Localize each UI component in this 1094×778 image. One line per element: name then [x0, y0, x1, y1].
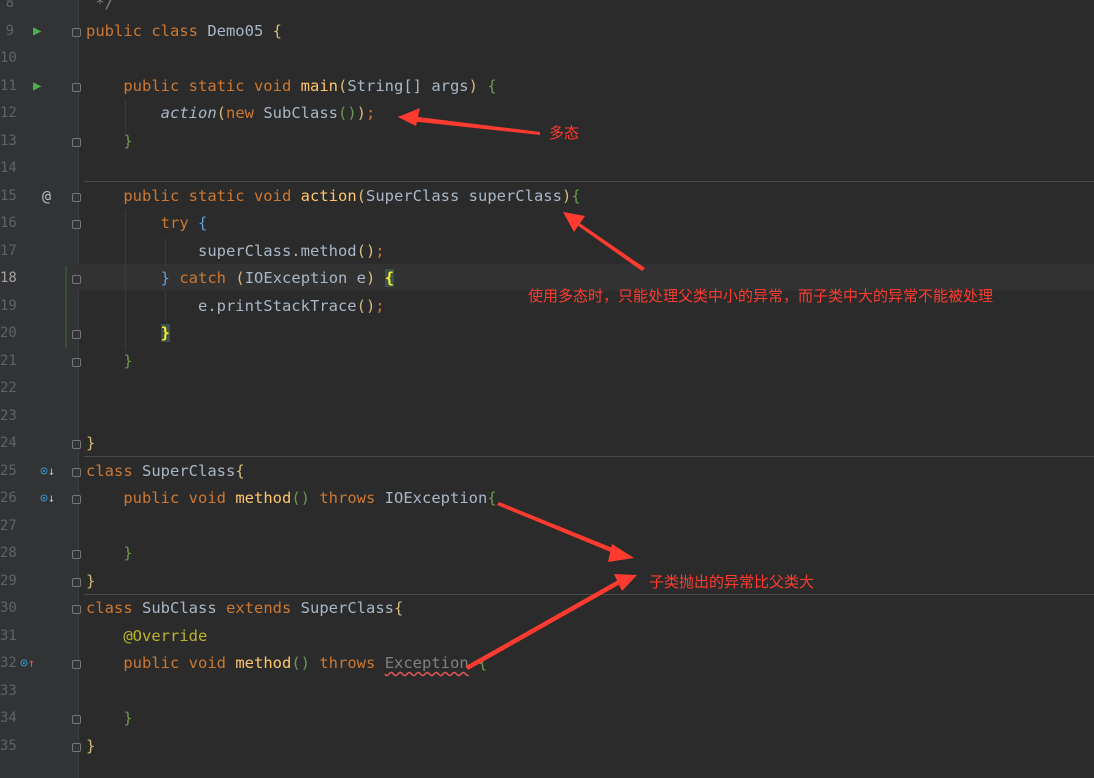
superclass-exception-arrow [497, 502, 634, 562]
rule-arrow [563, 212, 645, 271]
annotation-arrows [398, 108, 645, 670]
subclass-throws-note: 子类抛出的异常比父类大 [649, 573, 815, 591]
polymorphism-note: 多态 [549, 124, 580, 142]
polymorphism-arrow [398, 108, 540, 135]
polymorphism-rule-note: 使用多态时，只能处理父类中小的异常，而子类中大的异常不能被处理 [528, 287, 994, 305]
subclass-exception-arrow [466, 574, 637, 670]
